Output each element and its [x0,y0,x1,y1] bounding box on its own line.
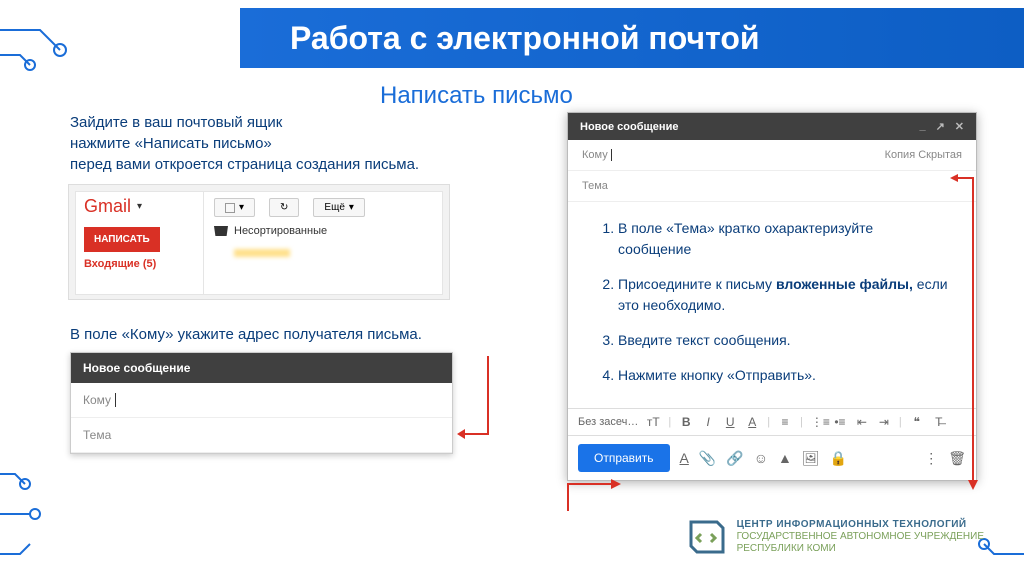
close-icon[interactable]: ✕ [955,120,964,133]
emoji-icon[interactable]: ☺ [754,450,768,466]
quote-icon[interactable]: ❝ [910,415,924,429]
numbered-list-icon[interactable]: ⋮≡ [811,415,825,429]
compose-button[interactable]: НАПИСАТЬ [84,227,160,252]
compose-body[interactable]: В поле «Тема» кратко охарактеризуйте соо… [568,202,976,408]
footer-line3: РЕСПУБЛИКИ КОМИ [737,543,984,555]
caret-down-icon: ▾ [137,201,142,212]
inbox-icon [214,226,228,236]
align-icon[interactable]: ≡ [778,415,792,429]
bullet-list-icon[interactable]: •≡ [833,415,847,429]
title-bar: Работа с электронной почтой [240,8,1024,68]
indent-right-icon[interactable]: ⇥ [877,415,891,429]
font-select[interactable]: Без засеч… [578,416,638,428]
step-3: Введите текст сообщения. [618,330,948,351]
subtitle: Написать письмо [380,82,573,110]
clear-format-icon[interactable]: T̶ [932,415,946,429]
refresh-icon: ↻ [280,202,288,213]
step-2: Присоедините к письму вложенные файлы, е… [618,274,948,316]
select-checkbox[interactable]: ▾ [214,198,255,217]
gmail-logo: Gmail ▾ [84,196,195,217]
decoration-circuit-tl [0,0,100,100]
font-size-icon[interactable]: тT [646,415,660,429]
steps-list: В поле «Тема» кратко охарактеризуйте соо… [596,218,948,386]
unsorted-tab[interactable]: Несортированные [214,225,432,237]
lock-icon[interactable]: 🔒 [830,450,847,467]
subject-field-2[interactable]: Тема [568,171,976,202]
italic-icon[interactable]: I [701,415,715,429]
decoration-circuit-bl [0,454,60,574]
trash-icon[interactable]: 🗑 [948,450,966,467]
more-options-icon[interactable]: ⋮ [924,450,938,467]
intro-line2: нажмите «Написать письмо» [70,133,470,154]
inbox-link[interactable]: Входящие (5) [84,258,195,270]
footer-line2: ГОСУДАРСТВЕННОЕ АВТОНОМНОЕ УЧРЕЖДЕНИЕ [737,531,984,543]
expand-icon[interactable]: ↗ [936,120,945,133]
link-icon[interactable]: 🔗 [726,450,743,467]
refresh-button[interactable]: ↻ [269,198,299,217]
to-field[interactable]: Кому [71,383,452,418]
more-button[interactable]: Ещё ▾ [313,198,365,217]
logo-icon [685,516,727,558]
to-field-2[interactable]: Кому Копия Скрытая [568,140,976,171]
arrow-annotation-1 [453,356,493,446]
intro-line1: Зайдите в ваш почтовый ящик [70,112,470,133]
format-toolbar: Без засеч… тT | B I U A | ≡ | ⋮≡ •≡ ⇤ ⇥ … [568,408,976,435]
intro-line3: перед вами откроется страница создания п… [70,154,470,175]
bold-icon[interactable]: B [679,415,693,429]
intro-text: Зайдите в ваш почтовый ящик нажмите «Нап… [70,112,470,175]
minimize-icon[interactable]: _ [919,120,925,133]
compose-header: Новое сообщение [71,353,452,383]
compose2-header: Новое сообщение _ ↗ ✕ [568,113,976,140]
underline-icon[interactable]: U [723,415,737,429]
cc-bcc-link[interactable]: Копия Скрытая [885,149,962,161]
compose-window-large: Новое сообщение _ ↗ ✕ Кому Копия Скрытая… [567,112,977,481]
blurred-content [234,249,374,257]
attach-icon[interactable]: 📎 [699,450,716,467]
footer-logo: ЦЕНТР ИНФОРМАЦИОННЫХ ТЕХНОЛОГИЙ ГОСУДАРС… [685,516,984,558]
instruction-to-field: В поле «Кому» укажите адрес получателя п… [70,326,422,343]
format-icon[interactable]: A [680,450,689,466]
footer-line1: ЦЕНТР ИНФОРМАЦИОННЫХ ТЕХНОЛОГИЙ [737,519,984,531]
subject-field[interactable]: Тема [71,418,452,453]
compose-window-small: Новое сообщение Кому Тема [70,352,453,454]
arrow-annotation-3 [565,476,625,516]
send-button[interactable]: Отправить [578,444,670,472]
step-1: В поле «Тема» кратко охарактеризуйте соо… [618,218,948,260]
indent-left-icon[interactable]: ⇤ [855,415,869,429]
page-title: Работа с электронной почтой [290,20,760,57]
gmail-screenshot: Gmail ▾ НАПИСАТЬ Входящие (5) ▾ ↻ Ещё ▾ … [68,184,450,300]
drive-icon[interactable]: ▲ [778,450,792,466]
text-color-icon[interactable]: A [745,415,759,429]
step-4: Нажмите кнопку «Отправить». [618,365,948,386]
image-icon[interactable]: 🖼 [802,450,820,467]
compose-footer: Отправить A 📎 🔗 ☺ ▲ 🖼 🔒 ⋮ 🗑 [568,435,976,480]
